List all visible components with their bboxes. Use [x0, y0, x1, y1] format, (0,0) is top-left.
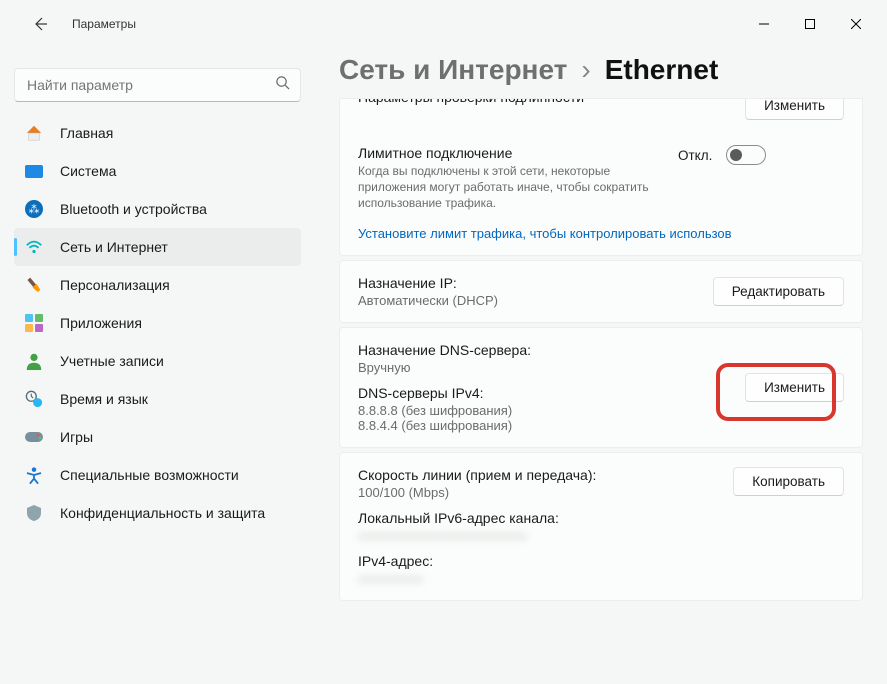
metered-title: Лимитное подключение [358, 145, 678, 161]
maximize-button[interactable] [787, 8, 833, 40]
apps-icon [24, 313, 44, 333]
dns-edit-button[interactable]: Изменить [745, 373, 844, 402]
sidebar-item-accounts[interactable]: Учетные записи [14, 342, 301, 380]
nav-label: Конфиденциальность и защита [60, 505, 265, 521]
arrow-left-icon [32, 16, 48, 32]
gamepad-icon [24, 427, 44, 447]
content: Сеть и Интернет › Ethernet Параметры про… [315, 48, 887, 684]
ipv6-label: Локальный IPv6-адрес канала: [358, 510, 733, 526]
sidebar-item-gaming[interactable]: Игры [14, 418, 301, 456]
speed-value: 100/100 (Mbps) [358, 485, 733, 500]
dns-ipv4-value-1: 8.8.8.8 (без шифрования) [358, 403, 745, 418]
card-speed: Скорость линии (прием и передача): 100/1… [339, 452, 863, 601]
nav: Главная Система ⁂ Bluetooth и устройства… [14, 114, 301, 532]
ip-label: Назначение IP: [358, 275, 713, 291]
ipv6-value: xxxxxxxxxxxxxxxxxxxxxxxxxx [358, 528, 733, 543]
minimize-icon [759, 19, 769, 29]
search-box[interactable] [14, 68, 301, 102]
ip-value: Автоматически (DHCP) [358, 293, 713, 308]
nav-label: Bluetooth и устройства [60, 201, 207, 217]
card-dns: Назначение DNS-сервера: Вручную DNS-серв… [339, 327, 863, 448]
bluetooth-icon: ⁂ [24, 199, 44, 219]
system-icon [24, 161, 44, 181]
nav-label: Приложения [60, 315, 142, 331]
breadcrumb: Сеть и Интернет › Ethernet [339, 54, 863, 86]
sidebar: Главная Система ⁂ Bluetooth и устройства… [0, 48, 315, 684]
wifi-icon [24, 237, 44, 257]
metered-toggle[interactable] [726, 145, 766, 165]
back-button[interactable] [20, 4, 60, 44]
dns-ipv4-value-2: 8.8.4.4 (без шифрования) [358, 418, 745, 433]
person-icon [24, 351, 44, 371]
search-input[interactable] [25, 76, 275, 94]
brush-icon [20, 271, 48, 299]
nav-label: Время и язык [60, 391, 148, 407]
breadcrumb-parent[interactable]: Сеть и Интернет [339, 54, 567, 86]
nav-label: Учетные записи [60, 353, 164, 369]
metered-link[interactable]: Установите лимит трафика, чтобы контроли… [358, 226, 844, 241]
sidebar-item-home[interactable]: Главная [14, 114, 301, 152]
accessibility-icon [24, 465, 44, 485]
sidebar-item-accessibility[interactable]: Специальные возможности [14, 456, 301, 494]
sidebar-item-apps[interactable]: Приложения [14, 304, 301, 342]
close-icon [851, 19, 861, 29]
sidebar-item-network[interactable]: Сеть и Интернет [14, 228, 301, 266]
sidebar-item-privacy[interactable]: Конфиденциальность и защита [14, 494, 301, 532]
window-controls [741, 8, 879, 40]
minimize-button[interactable] [741, 8, 787, 40]
nav-label: Специальные возможности [60, 467, 239, 483]
auth-title: Параметры проверки подлинности [358, 99, 745, 105]
page-title: Ethernet [605, 54, 719, 86]
search-icon [275, 75, 290, 95]
ipv4-label: IPv4-адрес: [358, 553, 733, 569]
maximize-icon [805, 19, 815, 29]
titlebar: Параметры [0, 0, 887, 48]
dns-assign-label: Назначение DNS-сервера: [358, 342, 745, 358]
window-title: Параметры [72, 17, 136, 31]
sidebar-item-system[interactable]: Система [14, 152, 301, 190]
dns-ipv4-label: DNS-серверы IPv4: [358, 385, 745, 401]
metered-desc: Когда вы подключены к этой сети, некотор… [358, 163, 678, 212]
nav-label: Главная [60, 125, 113, 141]
nav-label: Система [60, 163, 116, 179]
ip-edit-button[interactable]: Редактировать [713, 277, 844, 306]
dns-assign-value: Вручную [358, 360, 745, 375]
sidebar-item-personalization[interactable]: Персонализация [14, 266, 301, 304]
auth-edit-button[interactable]: Изменить [745, 99, 844, 120]
chevron-right-icon: › [581, 54, 590, 86]
copy-button[interactable]: Копировать [733, 467, 844, 496]
ipv4-value: xxxxxxxxxx [358, 571, 733, 586]
metered-toggle-state: Откл. [678, 148, 712, 163]
close-button[interactable] [833, 8, 879, 40]
card-auth-metered: Параметры проверки подлинности Изменить … [339, 98, 863, 256]
clock-globe-icon [24, 389, 44, 409]
nav-label: Игры [60, 429, 93, 445]
sidebar-item-bluetooth[interactable]: ⁂ Bluetooth и устройства [14, 190, 301, 228]
sidebar-item-time[interactable]: Время и язык [14, 380, 301, 418]
home-icon [24, 123, 44, 143]
shield-icon [24, 503, 44, 523]
card-ip: Назначение IP: Автоматически (DHCP) Реда… [339, 260, 863, 323]
nav-label: Сеть и Интернет [60, 239, 168, 255]
nav-label: Персонализация [60, 277, 170, 293]
speed-label: Скорость линии (прием и передача): [358, 467, 733, 483]
